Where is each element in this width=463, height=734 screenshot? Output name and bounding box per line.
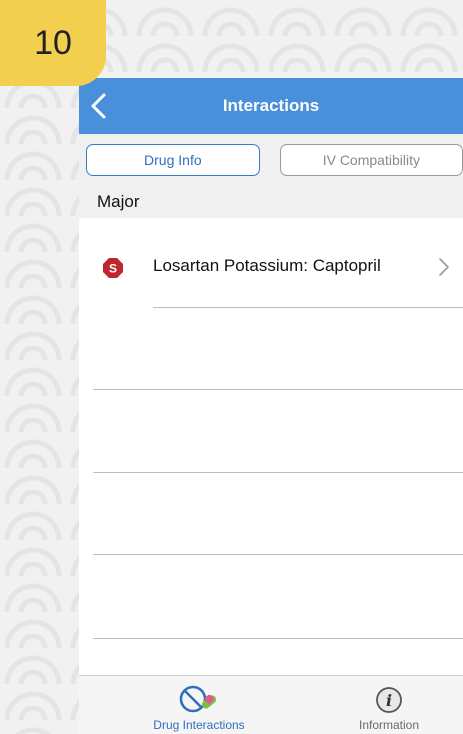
chevron-left-icon[interactable] [87,92,111,120]
row-divider [153,307,463,308]
tab-label: Information [358,718,420,732]
interaction-row[interactable]: S Losartan Potassium: Captopril [79,218,463,306]
drug-interactions-icon [179,685,217,713]
section-title: Major [97,192,140,211]
interaction-label: Losartan Potassium: Captopril [153,256,381,275]
navigation-bar: Interactions [79,78,463,134]
row-divider [93,389,463,390]
tab-label: Drug Interactions [153,718,245,732]
info-icon: i [376,687,402,713]
segmented-control: Drug Info IV Compatibility [79,134,463,186]
severity-letter: S [109,262,117,276]
segment-drug-info[interactable]: Drug Info [86,144,260,176]
tab-bar: Drug Interactions i Information [79,675,463,734]
svg-text:i: i [386,691,392,710]
app-screen: Interactions Drug Info IV Compatibility … [79,78,463,734]
page-title: Interactions [222,96,320,115]
row-divider [93,472,463,473]
row-divider [93,554,463,555]
section-header-major: Major [79,186,463,218]
row-divider [93,638,463,639]
tab-information[interactable]: i Information [319,676,459,734]
tab-drug-interactions[interactable]: Drug Interactions [129,676,269,734]
chevron-right-icon [439,258,449,276]
step-number-badge: 10 [0,0,106,86]
segment-iv-compatibility[interactable]: IV Compatibility [279,144,463,176]
stop-sign-icon: S [103,258,123,278]
step-number: 10 [34,23,72,62]
